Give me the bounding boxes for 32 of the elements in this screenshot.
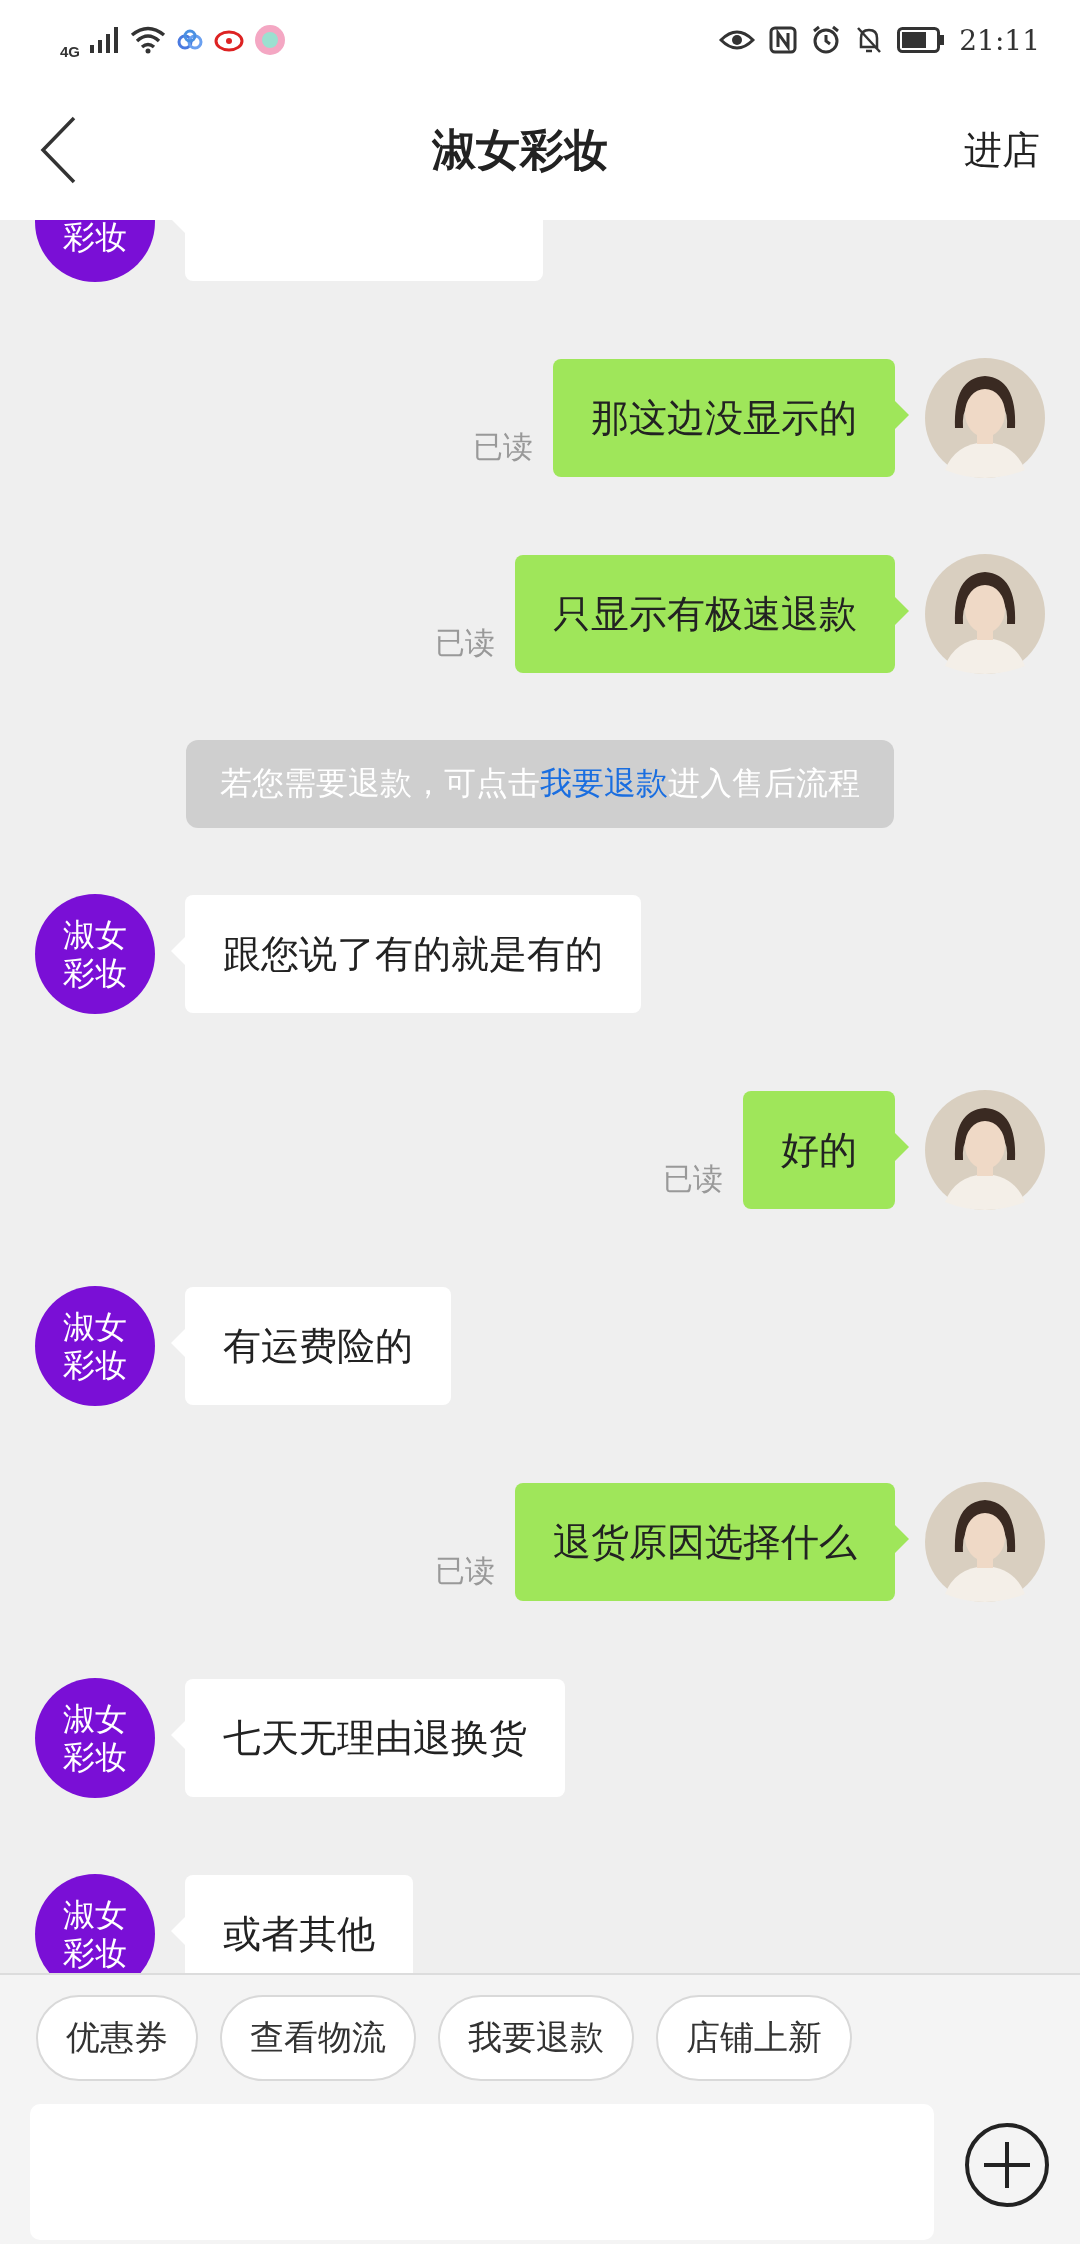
shop-avatar[interactable]: 淑女彩妆	[35, 894, 155, 1014]
app-icon	[254, 24, 286, 56]
shop-avatar[interactable]: 淑女彩妆	[35, 1874, 155, 1973]
bell-muted-icon	[855, 25, 884, 55]
clock-time: 21:11	[959, 23, 1040, 57]
eye-icon	[719, 28, 756, 52]
cloud-icon	[176, 29, 204, 51]
enter-shop-button[interactable]: 进店	[964, 124, 1040, 176]
nfc-icon	[769, 26, 798, 54]
plus-icon[interactable]	[964, 2122, 1050, 2208]
alarm-icon	[811, 25, 842, 55]
read-label: 已读	[435, 1552, 495, 1590]
quick-reply-button[interactable]: 店铺上新	[656, 1994, 852, 2081]
read-label: 已读	[663, 1160, 723, 1198]
shop-avatar[interactable]: 淑女彩妆	[35, 1678, 155, 1798]
avatar-icon[interactable]	[925, 1482, 1045, 1602]
read-label: 已读	[473, 428, 533, 466]
quick-reply-button[interactable]: 优惠券	[36, 1994, 198, 2081]
shop-title: 淑女彩妆	[432, 122, 608, 177]
avatar-icon[interactable]	[925, 554, 1045, 674]
quick-reply-button[interactable]: 我要退款	[438, 1994, 634, 2081]
avatar-icon[interactable]	[925, 1090, 1045, 1210]
back-button[interactable]	[40, 116, 76, 184]
battery-icon	[897, 27, 946, 53]
signal-icon	[90, 27, 120, 53]
read-label: 已读	[435, 624, 495, 662]
quick-reply-button[interactable]: 查看物流	[220, 1994, 416, 2081]
shop-avatar[interactable]: 彩妆	[35, 220, 155, 282]
network-label: 4G	[60, 42, 80, 60]
avatar-icon[interactable]	[925, 358, 1045, 478]
shop-avatar[interactable]: 淑女彩妆	[35, 1286, 155, 1406]
wifi-icon	[130, 26, 166, 54]
